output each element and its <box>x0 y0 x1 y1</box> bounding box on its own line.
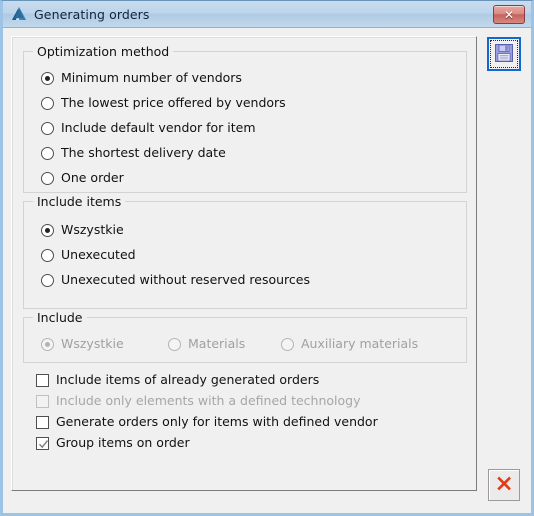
checkbox-icon <box>36 436 49 450</box>
radio-icon <box>41 71 54 85</box>
radio-label: Unexecuted <box>61 246 136 262</box>
checkbox-defined-technology: Include only elements with a defined tec… <box>36 392 360 410</box>
radio-icon <box>41 171 54 185</box>
radio-label: Wszystkie <box>61 221 124 237</box>
close-button[interactable]: ✕ <box>493 5 525 24</box>
group-include: Include Wszystkie Materials Auxiliary ma… <box>23 310 467 363</box>
content-panel: Optimization method Minimum number of ve… <box>11 36 477 491</box>
radio-include-items-0[interactable]: Wszystkie <box>41 221 124 239</box>
window-title: Generating orders <box>34 6 150 22</box>
dialog-body: Optimization method Minimum number of ve… <box>3 28 531 513</box>
radio-icon <box>281 337 294 351</box>
radio-include-2: Auxiliary materials <box>281 335 418 353</box>
radio-label: Minimum number of vendors <box>61 69 242 85</box>
radio-optimization-1[interactable]: The lowest price offered by vendors <box>41 94 286 112</box>
radio-label: Unexecuted without reserved resources <box>61 271 310 287</box>
radio-label: Wszystkie <box>61 335 124 351</box>
close-icon: ✕ <box>503 7 515 22</box>
radio-label: The lowest price offered by vendors <box>61 94 286 110</box>
dialog-toolbar <box>481 28 531 513</box>
radio-label: Auxiliary materials <box>301 335 419 351</box>
radio-icon <box>41 223 54 237</box>
checkbox-icon <box>36 394 49 408</box>
cancel-button[interactable] <box>488 469 520 501</box>
radio-icon <box>41 146 54 160</box>
generating-orders-dialog: Generating orders ✕ Optimization method … <box>0 0 534 516</box>
checkbox-label: Include only elements with a defined tec… <box>56 392 361 408</box>
checkbox-icon <box>36 373 49 387</box>
radio-include-1: Materials <box>168 335 245 353</box>
radio-label: Materials <box>188 335 246 351</box>
save-icon <box>494 43 514 66</box>
radio-icon <box>41 337 54 351</box>
save-button[interactable] <box>487 37 521 71</box>
title-bar: Generating orders ✕ <box>3 1 531 28</box>
radio-icon <box>41 96 54 110</box>
mountain-triangle-icon <box>10 5 28 23</box>
checkbox-group-items-on-order[interactable]: Group items on order <box>36 434 190 452</box>
group-title-include: Include <box>33 310 87 325</box>
radio-optimization-0[interactable]: Minimum number of vendors <box>41 69 242 87</box>
radio-optimization-2[interactable]: Include default vendor for item <box>41 119 256 137</box>
group-title-include-items: Include items <box>33 194 126 209</box>
radio-label: Include default vendor for item <box>61 119 256 135</box>
content-inner: Optimization method Minimum number of ve… <box>12 37 476 490</box>
cancel-icon <box>495 475 513 496</box>
radio-include-0: Wszystkie <box>41 335 124 353</box>
checkbox-icon <box>36 415 49 429</box>
radio-label: The shortest delivery date <box>61 144 226 160</box>
radio-optimization-3[interactable]: The shortest delivery date <box>41 144 226 162</box>
radio-include-items-1[interactable]: Unexecuted <box>41 246 136 264</box>
group-title-optimization-method: Optimization method <box>33 44 174 59</box>
radio-icon <box>41 273 54 287</box>
checkbox-label: Include items of already generated order… <box>56 371 320 387</box>
checkbox-label: Group items on order <box>56 434 190 450</box>
group-optimization-method: Optimization method Minimum number of ve… <box>23 44 467 193</box>
radio-icon <box>41 248 54 262</box>
radio-include-items-2[interactable]: Unexecuted without reserved resources <box>41 271 310 289</box>
checkbox-include-generated-orders[interactable]: Include items of already generated order… <box>36 371 319 389</box>
radio-icon <box>41 121 54 135</box>
radio-optimization-4[interactable]: One order <box>41 169 124 187</box>
checkbox-defined-vendor[interactable]: Generate orders only for items with defi… <box>36 413 378 431</box>
group-include-items: Include items Wszystkie Unexecuted Unexe… <box>23 194 467 309</box>
checkbox-label: Generate orders only for items with defi… <box>56 413 378 429</box>
radio-icon <box>168 337 181 351</box>
radio-label: One order <box>61 169 124 185</box>
